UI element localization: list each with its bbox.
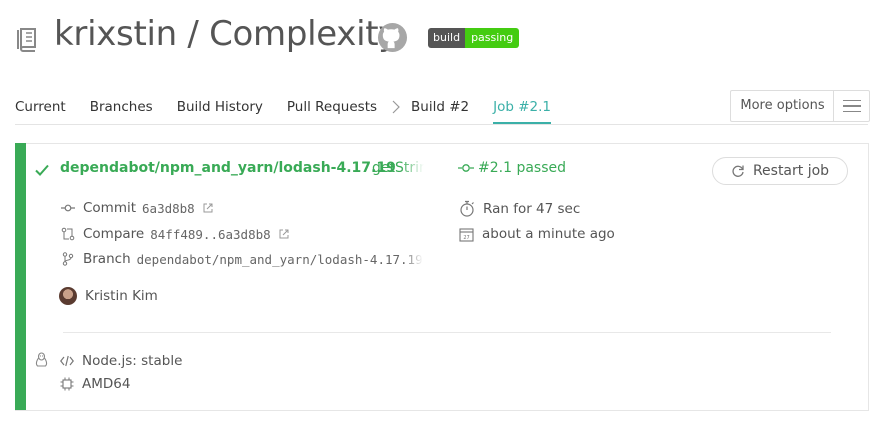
duration: Ran for 47 sec [483, 200, 581, 217]
commit-message: getString [372, 160, 424, 176]
svg-text:27: 27 [463, 235, 469, 241]
restart-icon [732, 165, 744, 177]
arch: AMD64 [82, 376, 131, 392]
restart-job-button[interactable]: Restart job [712, 157, 848, 185]
arch-row: AMD64 [60, 376, 130, 392]
tab-current[interactable]: Current [15, 98, 66, 124]
commit-sha[interactable]: 6a3d8b8 [142, 201, 195, 216]
branch-label: Branch [83, 251, 131, 267]
badge-label: build [428, 28, 466, 48]
section-divider [63, 332, 831, 333]
tab-bar: Current Branches Build History Pull Requ… [15, 98, 575, 124]
chevron-right-icon [392, 100, 400, 114]
restart-label: Restart job [752, 163, 830, 179]
tab-build[interactable]: Build #2 [411, 98, 469, 124]
author-name: Kristin Kim [85, 288, 158, 304]
external-link-icon[interactable] [279, 229, 289, 239]
commit-icon [458, 164, 474, 172]
check-icon [35, 164, 49, 176]
job-status: #2.1 passed [458, 160, 566, 176]
language-row: Node.js: stable [60, 353, 182, 369]
branch-row[interactable]: Branch dependabot/npm_and_yarn/lodash-4.… [61, 251, 423, 267]
build-status-badge[interactable]: build passing [428, 28, 520, 48]
hamburger-menu-icon[interactable] [833, 90, 870, 122]
finished-time: about a minute ago [482, 226, 615, 242]
linux-icon [35, 352, 48, 367]
cpu-icon [60, 377, 74, 391]
github-icon[interactable] [377, 22, 408, 53]
author-row: Kristin Kim [59, 287, 158, 305]
code-icon [60, 355, 74, 367]
tab-divider [15, 124, 868, 125]
repo-owner[interactable]: krixstin [54, 14, 177, 54]
commit-row[interactable]: Commit 6a3d8b8 [61, 200, 213, 216]
commit-icon [61, 204, 75, 212]
duration-row: Ran for 47 sec [459, 200, 580, 217]
external-link-icon[interactable] [203, 203, 213, 213]
tab-pull-requests[interactable]: Pull Requests [287, 98, 377, 124]
compare-label: Compare [83, 226, 145, 242]
tab-build-history[interactable]: Build History [177, 98, 263, 124]
compare-range[interactable]: 84ff489..6a3d8b8 [150, 227, 270, 242]
badge-status: passing [465, 28, 520, 48]
stopwatch-icon [460, 200, 474, 217]
language: Node.js: stable [82, 353, 183, 369]
commit-label: Commit [83, 200, 137, 216]
tab-branches[interactable]: Branches [90, 98, 153, 124]
compare-icon [61, 227, 75, 241]
page-title[interactable]: krixstin / Complexity [54, 14, 398, 54]
branch-value[interactable]: dependabot/npm_and_yarn/lodash-4.17.19 [137, 252, 423, 267]
tab-job[interactable]: Job #2.1 [493, 98, 552, 124]
repo-name[interactable]: Complexity [209, 14, 398, 54]
status-bar [15, 143, 26, 410]
avatar [59, 287, 77, 305]
more-options-button[interactable]: More options [730, 90, 834, 122]
finished-row: 27 about a minute ago [459, 226, 615, 242]
title-separator: / [176, 14, 210, 54]
calendar-icon: 27 [459, 227, 474, 242]
job-number-status: #2.1 passed [478, 160, 566, 176]
branch-icon [62, 252, 74, 266]
repo-icon [17, 28, 36, 52]
branch-link[interactable]: dependabot/npm_and_yarn/lodash-4.17.19 [60, 160, 396, 176]
compare-row[interactable]: Compare 84ff489..6a3d8b8 [61, 226, 289, 242]
